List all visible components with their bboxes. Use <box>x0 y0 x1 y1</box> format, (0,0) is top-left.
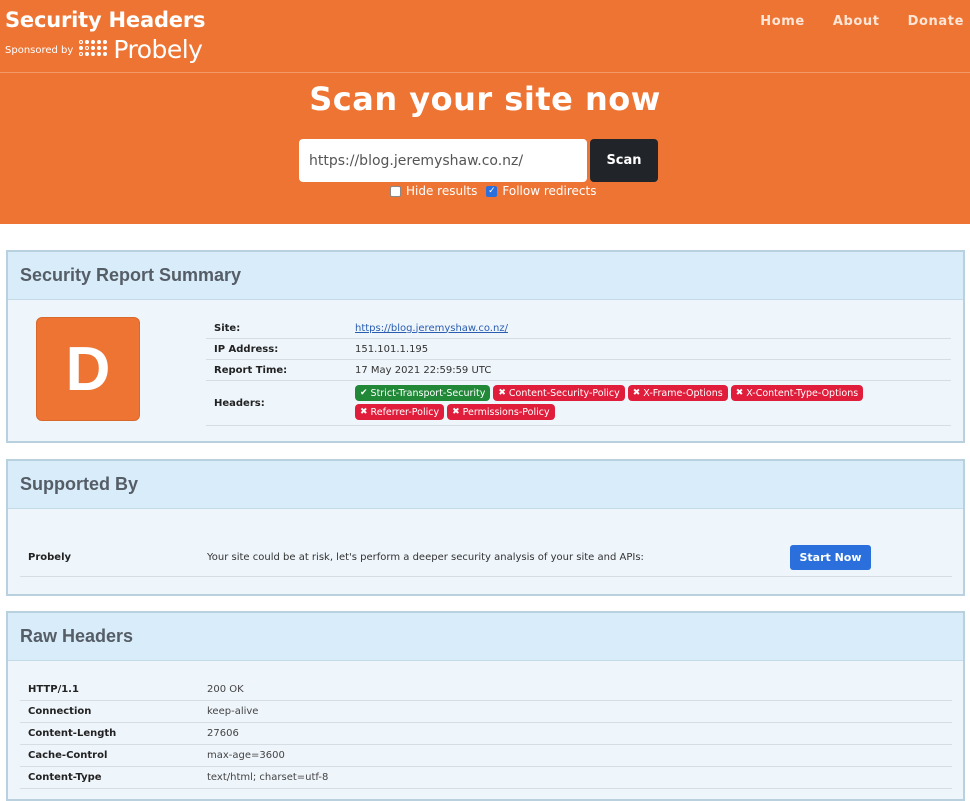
follow-redirects-option[interactable]: ✓ Follow redirects <box>486 184 596 198</box>
cross-icon: ✖ <box>452 407 460 417</box>
raw-headers-table: HTTP/1.1 200 OK Connection keep-alive Co… <box>20 679 952 789</box>
sponsor-message: Your site could be at risk, let's perfor… <box>207 552 644 563</box>
url-input[interactable] <box>299 139 587 182</box>
raw-headers-panel: Raw Headers HTTP/1.1 200 OK Connection k… <box>6 611 965 801</box>
header-badge[interactable]: ✖ Permissions-Policy <box>447 404 555 420</box>
summary-row-report-time: Report Time: 17 May 2021 22:59:59 UTC <box>206 360 951 381</box>
report-summary-header: Security Report Summary <box>8 252 963 300</box>
table-row: HTTP/1.1 200 OK <box>20 679 952 701</box>
scan-heading: Scan your site now <box>309 80 661 118</box>
probely-dots-icon <box>79 39 111 60</box>
table-row: Content-Length 27606 <box>20 723 952 745</box>
nav-divider <box>0 72 970 73</box>
nav-donate[interactable]: Donate <box>908 14 964 29</box>
headers-label: Headers: <box>214 397 265 409</box>
nav-about[interactable]: About <box>833 14 880 29</box>
raw-header-key: Connection <box>28 706 92 717</box>
report-time-value: 17 May 2021 22:59:59 UTC <box>355 364 492 376</box>
header-badges: ✔ Strict-Transport-Security ✖ Content-Secu… <box>355 381 900 425</box>
supported-by-title: Supported By <box>20 474 139 494</box>
site-link[interactable]: https://blog.jeremyshaw.co.nz/ <box>355 323 508 334</box>
raw-header-value: 200 OK <box>207 684 244 695</box>
site-title[interactable]: Security Headers <box>5 8 205 32</box>
hide-results-checkbox[interactable] <box>390 185 401 197</box>
raw-header-key: Content-Length <box>28 728 117 739</box>
report-summary-panel: Security Report Summary D Site: https://… <box>6 250 965 443</box>
ip-value: 151.101.1.195 <box>355 343 429 355</box>
start-now-button[interactable]: Start Now <box>790 545 871 570</box>
follow-redirects-checkbox[interactable]: ✓ <box>486 185 498 197</box>
probely-wordmark: Probely <box>113 35 203 64</box>
cross-icon: ✖ <box>735 388 744 398</box>
raw-headers-header: Raw Headers <box>8 613 963 661</box>
check-icon: ✔ <box>360 388 368 398</box>
raw-header-key: Content-Type <box>28 772 102 783</box>
scan-form: Scan <box>299 139 658 182</box>
grade-badge: D <box>36 317 140 421</box>
summary-row-ip: IP Address: 151.101.1.195 <box>206 339 951 360</box>
sponsor-name: Probely <box>28 552 72 563</box>
raw-header-value: keep-alive <box>207 706 259 717</box>
cross-icon: ✖ <box>360 407 368 417</box>
header-badge[interactable]: ✖ Content-Security-Policy <box>493 385 625 401</box>
summary-row-headers: Headers: ✔ Strict-Transport-Security ✖ Con… <box>206 381 951 426</box>
sponsor-banner[interactable]: Sponsored by Probely <box>5 35 203 64</box>
sponsored-by-text: Sponsored by <box>5 45 74 56</box>
supported-by-panel: Supported By Probely Your site could be … <box>6 459 965 596</box>
cross-icon: ✖ <box>498 388 506 398</box>
main-nav: Home About Donate <box>760 14 970 29</box>
raw-header-key: HTTP/1.1 <box>28 684 79 695</box>
raw-header-value: max-age=3600 <box>207 750 285 761</box>
header-badge[interactable]: ✔ Strict-Transport-Security <box>355 385 491 401</box>
raw-header-value: 27606 <box>207 728 239 739</box>
report-time-label: Report Time: <box>214 364 288 376</box>
summary-row-site: Site: https://blog.jeremyshaw.co.nz/ <box>206 318 951 339</box>
follow-redirects-label: Follow redirects <box>502 184 597 198</box>
summary-table: Site: https://blog.jeremyshaw.co.nz/ IP … <box>206 318 951 426</box>
table-row: Connection keep-alive <box>20 701 952 723</box>
site-header: Security Headers Sponsored by Probely Ho… <box>0 0 970 224</box>
probely-logo[interactable]: Probely <box>79 35 203 64</box>
raw-headers-title: Raw Headers <box>20 626 134 646</box>
table-row: Cache-Control max-age=3600 <box>20 745 952 767</box>
hide-results-option[interactable]: Hide results <box>390 184 477 198</box>
header-badge[interactable]: ✖ Referrer-Policy <box>355 404 445 420</box>
raw-header-key: Cache-Control <box>28 750 108 761</box>
cross-icon: ✖ <box>632 388 641 398</box>
header-badge[interactable]: ✖ X-Frame-Options <box>627 385 728 401</box>
header-badge[interactable]: ✖ X-Content-Type-Options <box>730 385 864 401</box>
scan-options: Hide results ✓ Follow redirects <box>390 184 605 198</box>
hide-results-label: Hide results <box>406 184 478 198</box>
scan-button[interactable]: Scan <box>590 139 658 182</box>
table-row: Content-Type text/html; charset=utf-8 <box>20 767 952 789</box>
ip-label: IP Address: <box>214 343 279 355</box>
nav-home[interactable]: Home <box>760 14 805 29</box>
site-label: Site: <box>214 322 241 334</box>
supported-by-header: Supported By <box>8 461 963 509</box>
supported-by-row: Probely Your site could be at risk, let'… <box>20 539 952 577</box>
report-summary-title: Security Report Summary <box>20 265 242 285</box>
raw-header-value: text/html; charset=utf-8 <box>207 772 329 783</box>
